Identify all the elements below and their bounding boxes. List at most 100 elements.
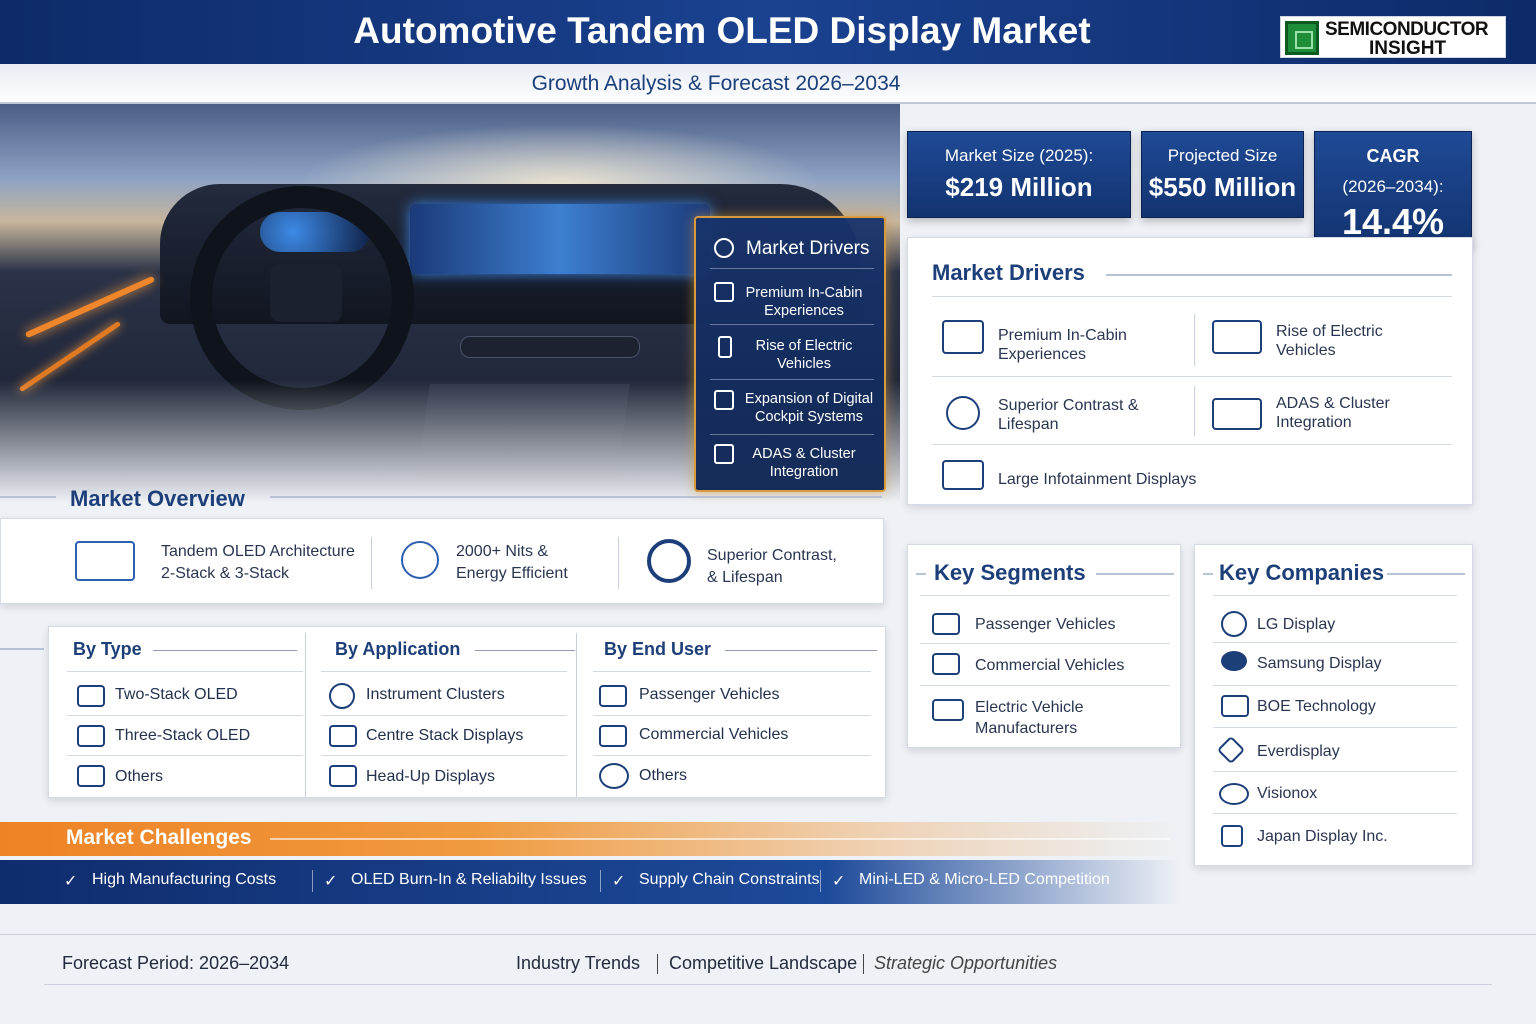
- divider: [1213, 813, 1457, 814]
- others-icon: [77, 765, 105, 787]
- divider: [1213, 685, 1457, 686]
- gauge-icon: [329, 683, 355, 709]
- divider: [593, 755, 871, 756]
- company-item: BOE Technology: [1257, 698, 1376, 715]
- drivers-panel-title: Market Drivers: [932, 260, 1085, 285]
- key-segment-item: Commercial Vehicles: [975, 657, 1125, 674]
- infotainment-screen: [410, 204, 710, 274]
- check-icon: ✓: [612, 873, 626, 890]
- overlay-drivers-panel: Market Drivers Premium In-Cabin Experien…: [694, 216, 886, 492]
- segments-table: By Type Two-Stack OLED Three-Stack OLED …: [48, 626, 886, 798]
- air-vents: [460, 336, 640, 358]
- projected-size-card: Projected Size $550 Million: [1141, 131, 1304, 218]
- driver-item: ADAS & Cluster Integration: [1276, 395, 1390, 431]
- segment-item: Others: [639, 767, 688, 784]
- divider: [863, 954, 864, 974]
- segment-item: Three-Stack OLED: [115, 727, 251, 744]
- divider: [321, 715, 567, 716]
- check-icon: ✓: [64, 873, 78, 890]
- divider: [710, 434, 874, 435]
- segment-item: Two-Stack OLED: [115, 686, 238, 703]
- divider: [1213, 771, 1457, 772]
- lg-logo-icon: [1221, 611, 1247, 637]
- divider: [710, 324, 874, 325]
- overview-line1: 2000+ Nits &: [456, 543, 549, 560]
- segment-item: Instrument Clusters: [366, 686, 505, 703]
- chip-icon: [1285, 21, 1319, 55]
- divider: [1106, 274, 1452, 276]
- divider: [1194, 386, 1195, 436]
- footer-link-strategic-opportunities: Strategic Opportunities: [874, 953, 1058, 973]
- overview-line2: Energy Efficient: [456, 565, 568, 582]
- divider: [932, 296, 1452, 297]
- market-size-label: Market Size (2025):: [944, 146, 1094, 165]
- steering-hub: [270, 264, 342, 322]
- segment-item: Head-Up Displays: [366, 768, 495, 785]
- driver-item: Rise of Electric Vehicles: [1276, 323, 1383, 359]
- divider: [475, 650, 575, 651]
- column-title-by-type: By Type: [73, 639, 142, 659]
- monitor-icon: [942, 460, 984, 490]
- page-subtitle: Growth Analysis & Forecast 2026–2034: [531, 72, 901, 95]
- jdi-logo-icon: [1221, 825, 1243, 847]
- hexagon-icon: [647, 539, 691, 583]
- visionox-logo-icon: [1219, 783, 1249, 805]
- challenge-item: OLED Burn-In & Reliabilty Issues: [351, 871, 587, 888]
- company-logo: SEMICONDUCTOR INSIGHT: [1280, 16, 1506, 59]
- logo-text-line2: INSIGHT: [1369, 38, 1447, 59]
- everdisplay-logo-icon: [1216, 735, 1246, 765]
- cluster-icon: [714, 444, 734, 464]
- clock-icon: [714, 238, 734, 258]
- divider: [1213, 595, 1457, 596]
- divider: [820, 870, 821, 892]
- divider: [600, 870, 601, 892]
- stack-icon: [75, 541, 135, 581]
- electric-car-icon: [1212, 320, 1262, 354]
- lightbulb-icon: [946, 396, 980, 430]
- oled-panel-icon: [77, 725, 105, 747]
- driver-item: Large Infotainment Displays: [998, 471, 1197, 488]
- divider: [67, 715, 303, 716]
- ev-car-icon: [932, 699, 964, 721]
- cluster-display-icon: [1212, 398, 1262, 430]
- overlay-driver-item: ADAS & Cluster Integration: [752, 446, 856, 480]
- overview-title: Market Overview: [70, 486, 245, 511]
- divider: [920, 685, 1170, 686]
- divider: [725, 650, 877, 651]
- divider: [305, 633, 306, 797]
- ambient-light-strip: [24, 275, 156, 339]
- overlay-driver-item: Expansion of Digital Cockpit Systems: [744, 391, 874, 425]
- divider: [1096, 573, 1174, 575]
- footer-link-industry-trends: Industry Trends: [516, 953, 641, 973]
- center-display-icon: [329, 725, 357, 747]
- market-size-value: $219 Million: [945, 172, 1093, 202]
- projected-size-label: Projected Size: [1167, 146, 1278, 165]
- chat-icon: [599, 763, 629, 789]
- overlay-drivers-title: Market Drivers: [746, 238, 870, 259]
- divider: [270, 838, 1170, 840]
- overview-line2: 2-Stack & 3-Stack: [161, 565, 290, 582]
- segment-item: Commercial Vehicles: [639, 726, 789, 743]
- oled-panel-icon: [77, 685, 105, 707]
- divider: [1213, 727, 1457, 728]
- divider: [1213, 642, 1457, 643]
- forecast-period: Forecast Period: 2026–2034: [62, 953, 290, 973]
- divider: [67, 671, 303, 672]
- overview-line1: Tandem OLED Architecture: [161, 543, 355, 560]
- check-icon: ✓: [324, 873, 338, 890]
- driver-item: Premium In-Cabin Experiences: [998, 327, 1127, 363]
- footer-divider: [44, 984, 1492, 985]
- divider: [916, 573, 926, 575]
- company-item: Visionox: [1257, 785, 1318, 802]
- overview-line1: Superior Contrast,: [707, 547, 837, 564]
- projected-size-value: $550 Million: [1148, 172, 1297, 202]
- car-seat-icon: [942, 320, 984, 354]
- commercial-vehicle-icon: [932, 653, 960, 675]
- hud-icon: [329, 765, 357, 787]
- divider: [920, 595, 1170, 596]
- key-companies-title: Key Companies: [1219, 560, 1385, 585]
- divider: [920, 643, 1170, 644]
- segment-item: Centre Stack Displays: [366, 727, 524, 744]
- key-segments-panel: Key Segments Passenger Vehicles Commerci…: [907, 544, 1181, 748]
- footer-divider: [0, 934, 1536, 935]
